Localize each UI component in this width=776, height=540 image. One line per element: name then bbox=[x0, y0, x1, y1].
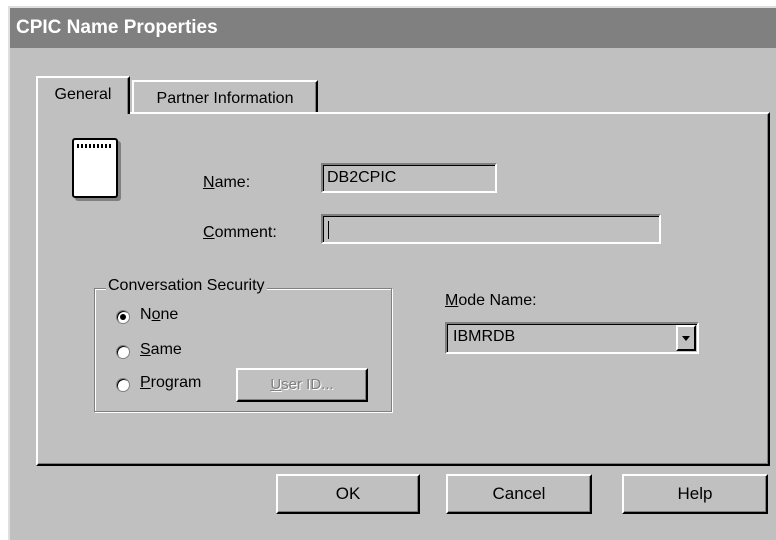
help-button[interactable]: Help bbox=[622, 474, 768, 514]
mode-name-dropdown[interactable]: IBMRDB bbox=[445, 322, 699, 354]
radio-none-dot bbox=[120, 314, 126, 320]
notepad-rings bbox=[77, 144, 113, 148]
radio-program-label[interactable]: Program bbox=[140, 374, 201, 392]
tab-general-label: General bbox=[54, 86, 112, 103]
user-id-button[interactable]: User ID... bbox=[236, 368, 368, 402]
dropdown-arrow-button[interactable] bbox=[676, 325, 696, 351]
conversation-security-legend: Conversation Security bbox=[106, 277, 267, 295]
cancel-button[interactable]: Cancel bbox=[446, 474, 592, 514]
radio-program[interactable] bbox=[116, 378, 130, 392]
radio-same-label[interactable]: Same bbox=[140, 341, 182, 359]
mode-name-label: Mode Name: bbox=[445, 292, 537, 309]
ok-button[interactable]: OK bbox=[276, 474, 420, 514]
title-bar[interactable]: CPIC Name Properties bbox=[10, 8, 776, 48]
radio-same[interactable] bbox=[116, 345, 130, 359]
window-title: CPIC Name Properties bbox=[16, 17, 218, 38]
comment-label: Comment: bbox=[203, 224, 277, 241]
name-field[interactable]: DB2CPIC bbox=[321, 163, 497, 193]
radio-none[interactable] bbox=[116, 310, 130, 324]
tab-general[interactable]: General bbox=[36, 76, 130, 114]
mode-name-value: IBMRDB bbox=[453, 328, 516, 345]
text-caret bbox=[328, 221, 329, 239]
name-label: Name: bbox=[203, 174, 251, 191]
tab-partner-information[interactable]: Partner Information bbox=[132, 80, 318, 114]
chevron-down-icon bbox=[682, 336, 690, 341]
dialog-window: CPIC Name Properties General Partner Inf… bbox=[8, 6, 776, 540]
notepad-icon bbox=[72, 138, 118, 198]
comment-field[interactable] bbox=[321, 214, 661, 244]
radio-none-label[interactable]: None bbox=[140, 306, 178, 324]
name-field-value: DB2CPIC bbox=[327, 169, 397, 186]
tab-partner-information-label: Partner Information bbox=[156, 90, 294, 107]
